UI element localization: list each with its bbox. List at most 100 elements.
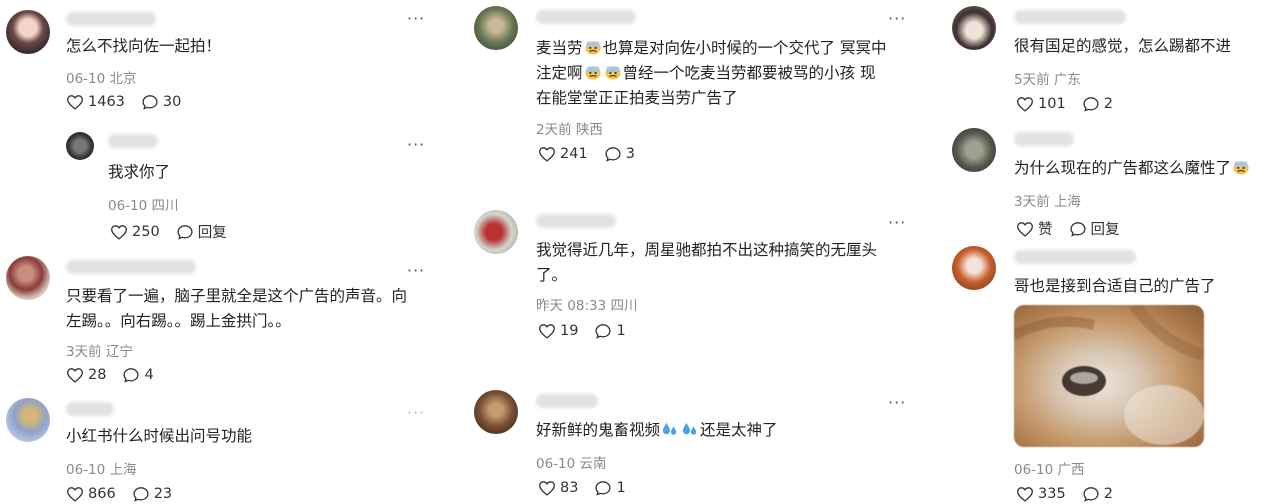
heart-outline-icon [539,147,555,162]
like-button[interactable]: 28 [66,367,106,383]
comment-actions: 335 2 [1016,486,1129,502]
username-blurred[interactable] [1014,250,1136,264]
user-avatar[interactable] [6,398,50,442]
text-segment: 曾经一个吃麦当劳都要被骂的小孩 现 [622,64,876,82]
like-count: 19 [560,323,579,339]
reply-count: 2 [1103,96,1113,112]
like-button[interactable]: 19 [538,323,578,339]
comment-meta: 06-10 四川 [108,198,179,214]
more-options-button[interactable]: ··· [407,11,425,27]
reply-button[interactable]: 3 [604,146,635,162]
reply-button[interactable]: 4 [122,367,154,383]
like-count: 241 [560,146,588,162]
comment-actions: 250 回复 [110,221,243,242]
user-avatar[interactable] [952,246,996,290]
sweating-face-emoji [584,66,601,80]
user-avatar[interactable] [6,10,50,54]
username-blurred[interactable] [66,12,156,26]
username-blurred[interactable] [1014,10,1126,24]
text-segment: 还是太神了 [700,421,778,439]
comment-text: 我觉得近几年，周星驰都拍不出这种搞笑的无厘头 了。 [536,241,878,284]
more-options-button[interactable]: ··· [407,263,425,279]
comment-image-cat[interactable] [1014,305,1204,447]
comment-column-3: 很有国足的感觉，怎么踢都不进 5天前 广东 101 2 为什么现在的广告都这么魔… [948,0,1274,504]
comment-actions: 866 23 [66,486,188,502]
like-button[interactable]: 83 [538,480,578,496]
speech-bubble-icon [595,324,612,339]
cat-face-illustration [1014,305,1204,445]
reply-count: 2 [1103,486,1113,502]
comment-column-1: ··· 怎么不找向佐一起拍！ 06-10 北京 1463 30 ··· 我求你了… [0,0,430,504]
like-button[interactable]: 101 [1016,96,1066,112]
sweating-face-emoji [1233,161,1249,175]
speech-bubble-icon [1069,221,1086,237]
comment-text: 很有国足的感觉，怎么踢都不进 [1014,37,1232,55]
username-blurred[interactable] [66,260,196,274]
user-avatar[interactable] [66,132,94,160]
username-blurred[interactable] [536,214,616,228]
username-blurred[interactable] [1014,132,1074,146]
comment-meta: 3天前 辽宁 [66,344,133,360]
reply-button[interactable]: 1 [594,323,626,339]
like-button[interactable]: 250 [110,224,160,240]
more-options-button[interactable]: ··· [888,395,906,411]
comment-meta: 06-10 北京 [66,71,137,87]
heart-outline-icon [1017,487,1033,502]
comment-actions: 83 1 [538,480,642,496]
speech-bubble-icon [123,368,140,383]
comment-actions: 赞 回复 [1016,218,1136,239]
reply-button[interactable]: 回复 [1069,218,1120,239]
like-count: 866 [88,486,116,502]
speech-bubble-icon [177,224,193,240]
user-avatar[interactable] [952,6,996,50]
heart-outline-icon [539,481,555,496]
like-button[interactable]: 赞 [1016,218,1053,239]
user-avatar[interactable] [474,390,518,434]
reply-button[interactable]: 2 [1082,486,1113,502]
sweating-face-emoji [604,66,621,80]
more-options-button[interactable]: ··· [888,11,906,27]
comment-meta: 3天前 上海 [1014,194,1081,210]
speech-bubble-icon [1083,97,1099,112]
username-blurred[interactable] [66,402,114,416]
comment-meta: 2天前 陕西 [536,122,603,138]
like-button[interactable]: 1463 [66,94,125,110]
comment-column-2: ··· 麦当劳 也算是对向佐小时候的一个交代了 冥冥中 注定啊 曾经一个吃麦当劳都要… [470,0,910,504]
like-button[interactable]: 241 [538,146,588,162]
heart-outline-icon [1017,221,1033,237]
like-button[interactable]: 335 [1016,486,1066,502]
comment-meta: 06-10 云南 [536,456,607,472]
comment-actions: 28 4 [66,367,170,383]
sweat-droplets-emoji [682,422,697,435]
more-options-button[interactable]: ··· [888,215,906,231]
like-count: 83 [560,480,579,496]
comment-text: 为什么现在的广告都这么魔性了 [1014,156,1251,181]
more-options-button[interactable]: ··· [407,405,425,421]
reply-button[interactable]: 1 [594,480,626,496]
comment-text: 只要看了一遍，脑子里就全是这个广告的声音。向 左踢。。向右踢。。踢上金拱门。。 [66,287,408,330]
reply-count: 4 [144,367,154,383]
comment-actions: 1463 30 [66,94,197,110]
reply-button[interactable]: 23 [132,486,172,502]
speech-bubble-icon [605,147,621,162]
username-blurred[interactable] [536,394,598,408]
heart-outline-icon [111,224,127,240]
user-avatar[interactable] [474,6,518,50]
username-blurred[interactable] [536,10,636,24]
more-options-button[interactable]: ··· [407,137,425,153]
like-count: 101 [1038,96,1066,112]
speech-bubble-icon [133,487,149,502]
user-avatar[interactable] [474,210,518,254]
like-button[interactable]: 866 [66,486,116,502]
reply-button[interactable]: 2 [1082,96,1113,112]
sweat-droplets-emoji [662,422,677,435]
heart-outline-icon [539,324,555,339]
reply-button[interactable]: 30 [141,94,181,110]
username-blurred[interactable] [108,134,158,148]
text-segment: 为什么现在的广告都这么魔性了 [1014,159,1232,177]
user-avatar[interactable] [6,256,50,300]
reply-button[interactable]: 回复 [176,221,227,242]
speech-bubble-icon [595,481,612,496]
user-avatar[interactable] [952,128,996,172]
reply-count: 1 [616,480,626,496]
